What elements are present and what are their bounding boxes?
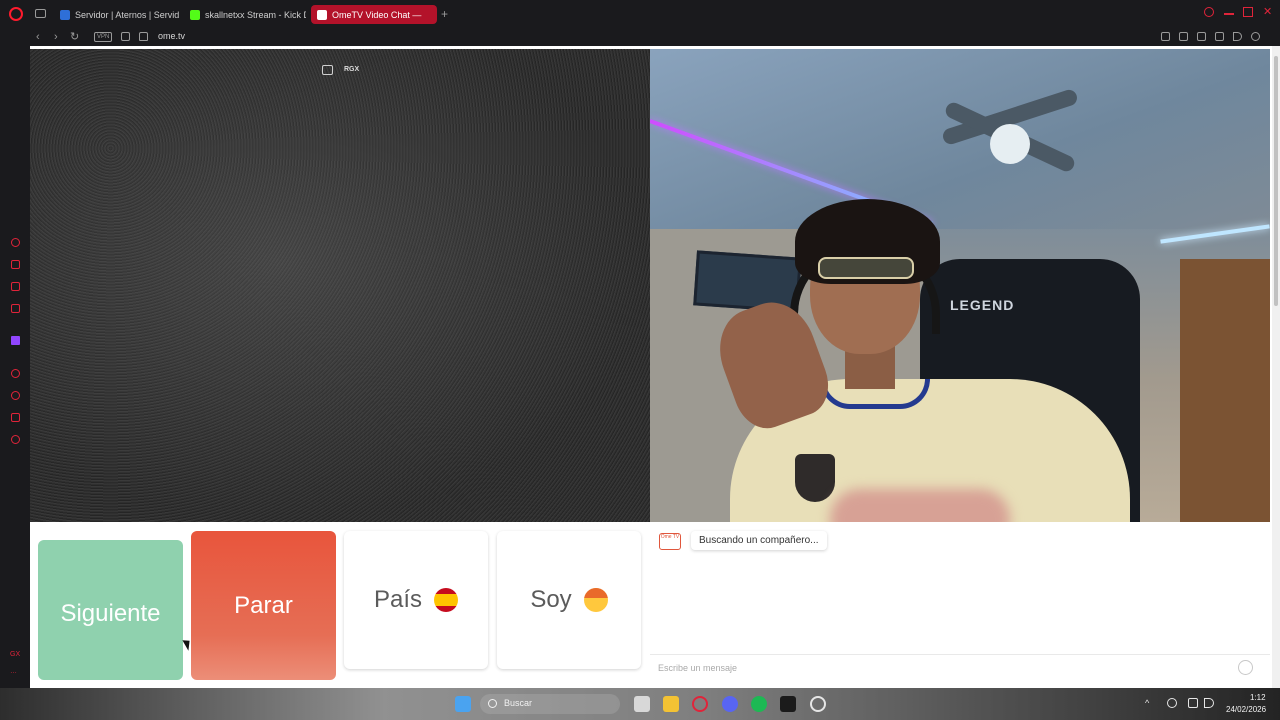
browser-tab-bar: Servidor | Aternos | Servid skallnetxx S… xyxy=(0,0,1280,28)
tab-title: skallnetxx Stream - Kick D xyxy=(205,9,306,20)
url-field[interactable]: ome.tv xyxy=(158,31,185,41)
stranger-video: RGX xyxy=(30,49,650,522)
tab-title: OmeTV Video Chat — xyxy=(332,9,422,20)
gx-corner-icon[interactable] xyxy=(11,260,20,269)
country-selector[interactable]: País xyxy=(344,531,488,669)
gender-label: Soy xyxy=(530,586,572,613)
search-icon xyxy=(488,699,497,708)
reload-icon[interactable]: ↻ xyxy=(70,29,79,45)
page-scrollbar[interactable] xyxy=(1272,46,1280,688)
chat-input[interactable]: Escribe un mensaje xyxy=(650,654,1270,679)
chat-input-placeholder: Escribe un mensaje xyxy=(658,663,738,673)
chair-logo: LEGEND xyxy=(950,297,1015,313)
obs-icon[interactable] xyxy=(810,696,826,712)
picture-in-picture-icon[interactable] xyxy=(322,65,333,75)
country-label: País xyxy=(373,586,423,613)
new-tab-button[interactable]: + xyxy=(441,7,448,21)
rgx-label: RGX xyxy=(344,66,360,73)
browser-sidebar: GX … xyxy=(0,46,30,688)
address-bar: ‹ › ↻ VPN ome.tv xyxy=(0,28,1280,46)
maximize-icon[interactable] xyxy=(1243,7,1253,17)
aternos-icon xyxy=(60,9,70,20)
vpn-badge[interactable]: VPN xyxy=(94,32,113,42)
capcut-icon[interactable] xyxy=(780,696,796,712)
heart-icon[interactable] xyxy=(1251,32,1260,41)
opera-gx-logo-icon[interactable] xyxy=(9,7,23,21)
discord-icon[interactable] xyxy=(722,696,738,712)
kick-icon xyxy=(190,9,200,20)
stop-button-label: Parar xyxy=(234,591,293,619)
wall-painting xyxy=(693,250,802,313)
emoji-icon[interactable] xyxy=(1238,660,1253,675)
extensions-icon[interactable] xyxy=(11,413,20,422)
player-icon[interactable] xyxy=(11,369,20,378)
taskbar-search[interactable]: Buscar xyxy=(480,694,620,714)
translate-icon[interactable] xyxy=(1215,32,1224,41)
tab-ometv[interactable]: OmeTV Video Chat — xyxy=(311,5,437,24)
lock-icon[interactable] xyxy=(139,32,148,41)
settings-icon[interactable] xyxy=(11,435,20,444)
self-camera-video: LEGEND xyxy=(650,49,1270,522)
clock-time[interactable]: 1:12 xyxy=(1250,693,1266,702)
taskbar-search-label: Buscar xyxy=(504,698,533,708)
back-icon[interactable]: ‹ xyxy=(36,29,40,45)
camera-icon[interactable] xyxy=(121,32,130,41)
taskbar: Buscar ^ 1:12 24/02/2026 xyxy=(0,688,1280,720)
gx-label[interactable]: GX xyxy=(10,651,20,658)
volume-icon[interactable] xyxy=(1204,698,1214,708)
play-icon[interactable] xyxy=(1233,32,1242,41)
ceiling-fan xyxy=(940,69,1080,189)
next-button-label: Siguiente xyxy=(60,600,161,627)
tab-title: Servidor | Aternos | Servid xyxy=(75,9,180,20)
spain-flag-icon xyxy=(434,588,459,612)
door xyxy=(1180,259,1270,522)
news-icon[interactable] xyxy=(11,304,20,313)
pin-icon[interactable] xyxy=(1161,32,1170,41)
chat-status-message: Buscando un compañero... xyxy=(691,531,827,550)
glasses xyxy=(818,257,914,279)
microphone-icon[interactable] xyxy=(1167,698,1177,708)
next-button[interactable]: Siguiente xyxy=(38,540,183,680)
task-view-icon[interactable] xyxy=(634,696,650,712)
gender-selector[interactable]: Soy xyxy=(497,531,641,669)
file-explorer-icon[interactable] xyxy=(663,696,679,712)
blurred-hand xyxy=(830,489,1010,522)
messenger-icon[interactable] xyxy=(11,282,20,291)
forward-icon[interactable]: › xyxy=(54,29,58,45)
chat-panel: Ome TV Buscando un compañero... Escribe … xyxy=(650,523,1270,688)
scrollbar-thumb[interactable] xyxy=(1274,56,1278,306)
gx-control-icon[interactable] xyxy=(11,238,20,247)
ometv-logo: Ome TV xyxy=(659,533,681,550)
tray-chevron-icon[interactable]: ^ xyxy=(1145,698,1155,708)
snapshot-icon[interactable] xyxy=(1179,32,1188,41)
boy-emoji-icon xyxy=(583,588,608,612)
history-icon[interactable] xyxy=(11,391,20,400)
tab-manager-icon[interactable] xyxy=(35,9,46,18)
ometv-page: RGX LEGEND Siguiente Parar País Soy Ome … xyxy=(30,46,1280,688)
windows-start-icon[interactable] xyxy=(455,696,471,712)
more-icon[interactable]: … xyxy=(10,668,17,675)
twitch-icon[interactable] xyxy=(11,336,20,345)
close-icon[interactable]: ✕ xyxy=(1263,7,1273,18)
tab-aternos[interactable]: Servidor | Aternos | Servid xyxy=(54,5,180,24)
search-tabs-icon[interactable] xyxy=(1204,7,1214,17)
shield-icon[interactable] xyxy=(1197,32,1206,41)
tab-kick[interactable]: skallnetxx Stream - Kick D xyxy=(184,5,306,24)
fan-light xyxy=(990,124,1030,164)
minimize-icon[interactable] xyxy=(1224,13,1234,15)
network-icon[interactable] xyxy=(1188,698,1198,708)
stop-button[interactable]: Parar xyxy=(191,531,336,680)
opera-gx-taskbar-icon[interactable] xyxy=(692,696,708,712)
club-crest xyxy=(795,454,835,502)
spotify-icon[interactable] xyxy=(751,696,767,712)
clock-date[interactable]: 24/02/2026 xyxy=(1226,705,1266,714)
ometv-icon xyxy=(317,9,327,20)
